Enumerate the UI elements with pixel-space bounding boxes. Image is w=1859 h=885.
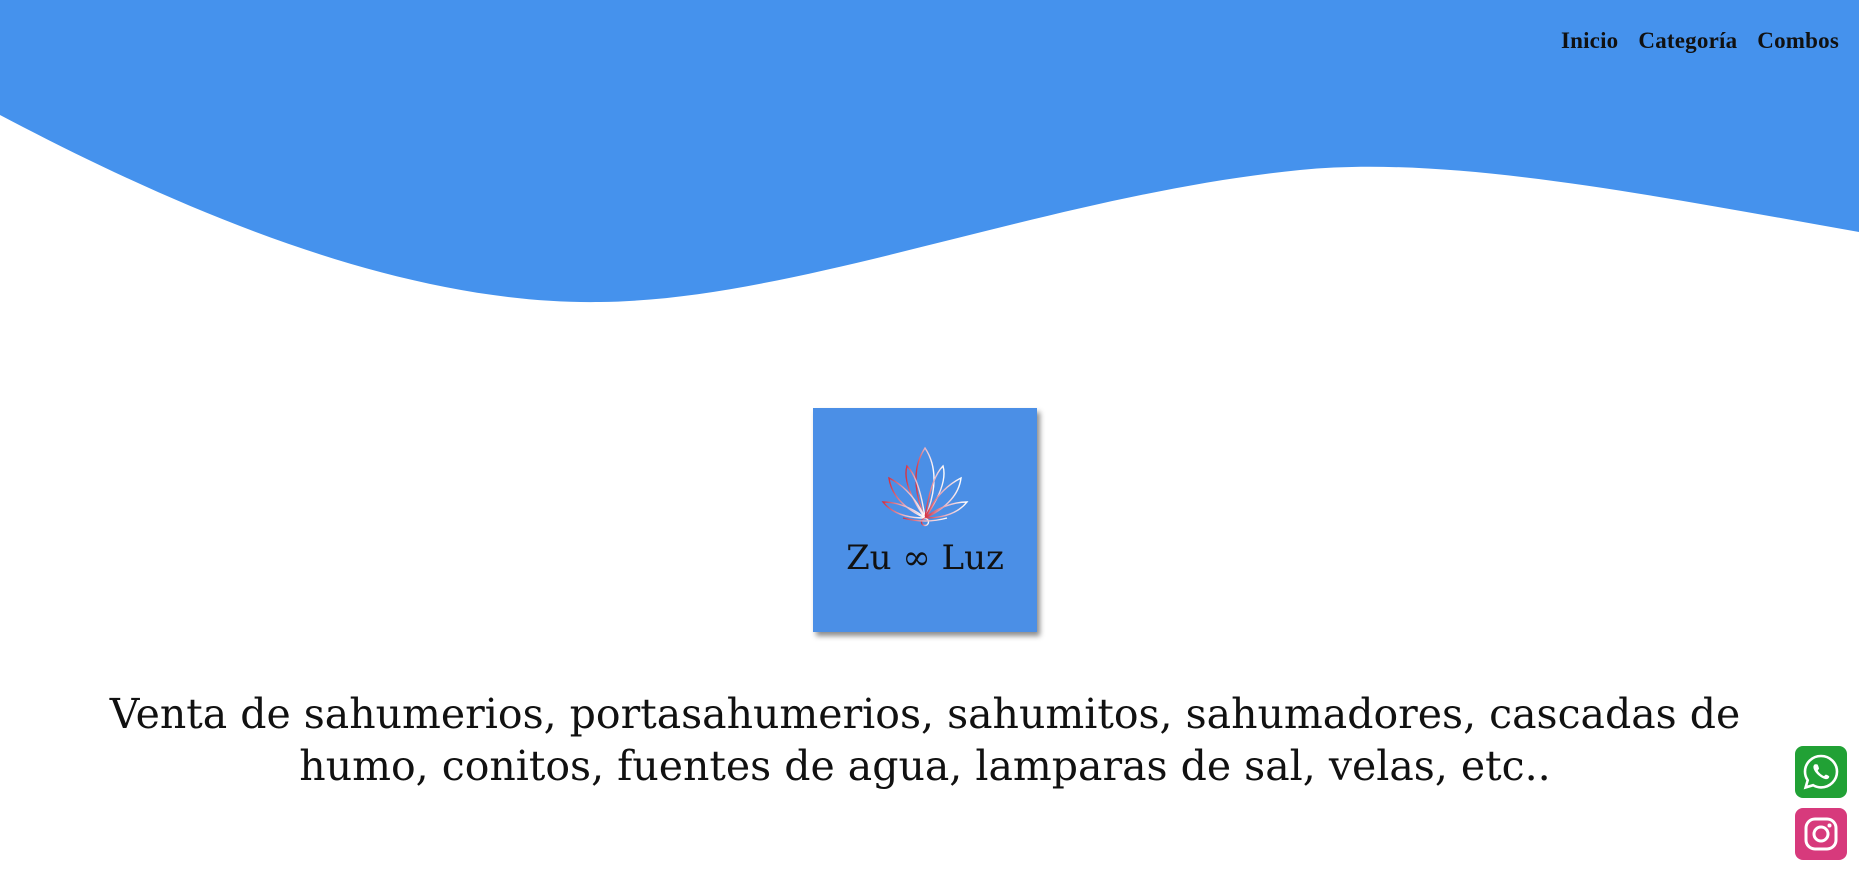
page: Inicio Categoría Combos Zu ∞ Luz Venta d… — [0, 0, 1859, 885]
brand-name: Zu ∞ Luz — [846, 538, 1004, 578]
whatsapp-button[interactable] — [1795, 746, 1847, 798]
nav-categoria[interactable]: Categoría — [1638, 28, 1737, 54]
whatsapp-icon — [1803, 754, 1839, 790]
instagram-icon — [1804, 817, 1838, 851]
nav-combos[interactable]: Combos — [1757, 28, 1839, 54]
instagram-button[interactable] — [1795, 808, 1847, 860]
main-nav: Inicio Categoría Combos — [1561, 28, 1839, 54]
lotus-icon — [881, 446, 977, 527]
brand-logo[interactable]: Zu ∞ Luz — [813, 408, 1037, 632]
page-tagline: Venta de sahumerios, portasahumerios, sa… — [109, 690, 1741, 790]
nav-inicio[interactable]: Inicio — [1561, 28, 1618, 54]
